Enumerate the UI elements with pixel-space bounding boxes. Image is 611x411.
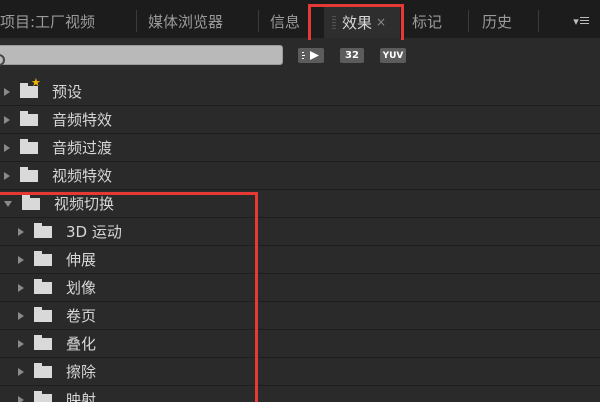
expand-arrow-icon[interactable] <box>18 255 24 264</box>
tree-item-label: 叠化 <box>66 335 97 353</box>
tab-history-label: 历史 <box>482 12 513 31</box>
folder-icon <box>34 334 52 350</box>
accelerated-effects-icon <box>302 51 319 60</box>
32bit-effects-button[interactable]: 32 <box>340 48 364 63</box>
tree-item-stretch[interactable]: 伸展 <box>0 246 600 274</box>
tree-item-label: 映射 <box>66 391 97 402</box>
expand-arrow-icon[interactable] <box>18 395 24 402</box>
tree-item-label: 音频特效 <box>52 111 113 129</box>
search-field[interactable] <box>0 45 283 71</box>
tab-grip-icon[interactable] <box>332 15 336 29</box>
tab-info-label: 信息 <box>270 12 301 31</box>
tree-item-wipe[interactable]: 擦除 <box>0 358 600 386</box>
tree-item-label: 卷页 <box>66 307 97 325</box>
tab-markers[interactable]: 标记 <box>404 8 460 34</box>
tab-separator <box>258 10 259 32</box>
folder-icon <box>34 306 52 322</box>
tab-project[interactable]: 项目:工厂视频 <box>0 8 135 34</box>
close-icon[interactable]: × <box>376 15 386 29</box>
folder-icon <box>34 250 52 266</box>
tab-effects-label: 效果 <box>342 13 373 32</box>
expand-arrow-icon[interactable] <box>18 367 24 376</box>
effects-panel-window: 项目:工厂视频 媒体浏览器 信息 效果 × 标记 历史 ▾ 32 YUV ★ 预… <box>0 0 600 402</box>
collapse-arrow-icon[interactable] <box>4 200 12 207</box>
tab-project-label: 项目:工厂视频 <box>0 12 96 31</box>
effects-tree: ★ 预设 音频特效 音频过渡 视频特效 视频切换 3D 运动 伸展 划像 卷页 … <box>0 77 600 402</box>
tab-markers-label: 标记 <box>412 12 443 31</box>
tree-item-label: 视频切换 <box>54 195 115 213</box>
search-input[interactable] <box>9 53 273 71</box>
expand-arrow-icon[interactable] <box>18 283 24 292</box>
tab-effects[interactable]: 效果 × <box>324 6 400 38</box>
tree-item-map[interactable]: 映射 <box>0 386 600 402</box>
tree-item-label: 视频特效 <box>52 167 113 185</box>
effects-toolbar: 32 YUV <box>0 40 600 71</box>
tree-item-dissolve[interactable]: 叠化 <box>0 330 600 358</box>
tab-history[interactable]: 历史 <box>474 8 534 34</box>
tree-item-label: 划像 <box>66 279 97 297</box>
yuv-label: YUV <box>382 50 404 61</box>
tab-info[interactable]: 信息 <box>262 8 314 34</box>
folder-icon <box>20 110 38 126</box>
expand-arrow-icon[interactable] <box>18 311 24 320</box>
folder-icon <box>20 166 38 182</box>
panel-menu-button[interactable]: ▾ <box>566 12 596 30</box>
tree-item-iris[interactable]: 划像 <box>0 274 600 302</box>
tree-item-presets[interactable]: ★ 预设 <box>0 77 600 106</box>
tree-item-label: 音频过渡 <box>52 139 113 157</box>
expand-arrow-icon[interactable] <box>18 227 24 236</box>
folder-icon <box>22 194 40 210</box>
folder-icon <box>34 362 52 378</box>
search-icon <box>0 54 5 66</box>
tab-separator <box>136 10 137 32</box>
expand-arrow-icon[interactable] <box>4 87 10 96</box>
yuv-effects-button[interactable]: YUV <box>380 48 406 63</box>
tab-media-browser[interactable]: 媒体浏览器 <box>140 8 254 34</box>
star-icon: ★ <box>31 75 41 89</box>
folder-icon <box>34 390 52 402</box>
folder-icon <box>20 138 38 154</box>
tree-item-audio-effects[interactable]: 音频特效 <box>0 106 600 134</box>
panel-menu-icon: ▾ <box>573 14 579 28</box>
32bit-label: 32 <box>345 50 359 61</box>
tree-item-page-peel[interactable]: 卷页 <box>0 302 600 330</box>
tree-item-video-effects[interactable]: 视频特效 <box>0 162 600 190</box>
tree-item-audio-transitions[interactable]: 音频过渡 <box>0 134 600 162</box>
expand-arrow-icon[interactable] <box>4 115 10 124</box>
folder-icon <box>34 222 52 238</box>
tree-item-label: 伸展 <box>66 251 97 269</box>
tree-item-video-transitions[interactable]: 视频切换 <box>0 190 600 218</box>
tree-item-label: 预设 <box>52 83 83 101</box>
tree-item-label: 3D 运动 <box>66 223 122 241</box>
accelerated-effects-button[interactable] <box>298 48 324 63</box>
tree-item-3d-motion[interactable]: 3D 运动 <box>0 218 600 246</box>
tree-item-label: 擦除 <box>66 363 97 381</box>
menu-lines-icon <box>579 17 589 25</box>
tab-media-browser-label: 媒体浏览器 <box>148 12 224 31</box>
tab-separator <box>468 10 469 32</box>
folder-icon <box>34 278 52 294</box>
panel-tab-bar: 项目:工厂视频 媒体浏览器 信息 效果 × 标记 历史 ▾ <box>0 0 600 38</box>
expand-arrow-icon[interactable] <box>4 171 10 180</box>
tab-separator <box>538 10 539 32</box>
expand-arrow-icon[interactable] <box>4 143 10 152</box>
expand-arrow-icon[interactable] <box>18 339 24 348</box>
preset-folder-icon: ★ <box>20 77 41 98</box>
